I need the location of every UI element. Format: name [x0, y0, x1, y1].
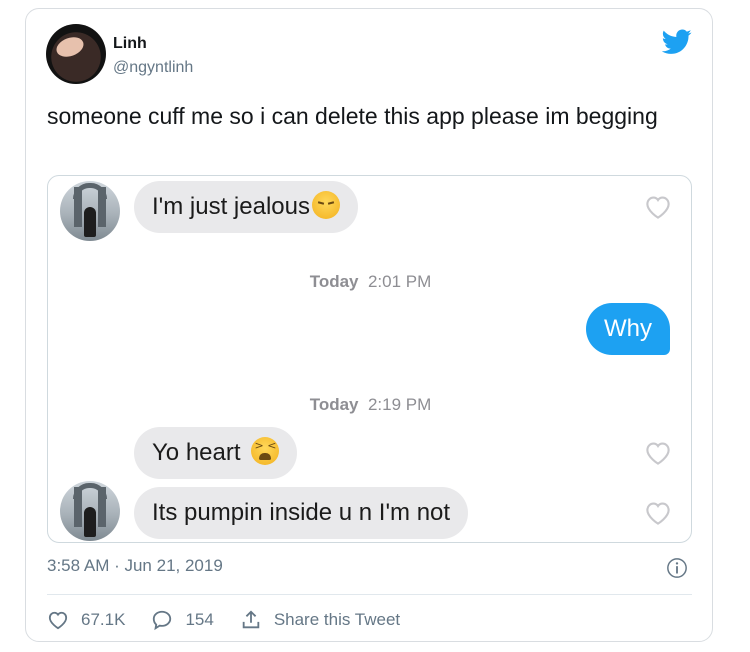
tweet-text: someone cuff me so i can delete this app… [47, 103, 658, 129]
heart-outline-icon[interactable] [643, 500, 673, 526]
timestamp-day: Today [309, 272, 359, 291]
chat-avatar [60, 181, 120, 241]
chat-timestamp: Today 2:19 PM [48, 395, 691, 415]
share-button[interactable]: Share this Tweet [240, 609, 400, 631]
heart-outline-icon[interactable] [643, 194, 673, 220]
heart-outline-icon[interactable] [643, 440, 673, 466]
tweet-card: Linh @ngyntlinh someone cuff me so i can… [25, 8, 713, 642]
share-label: Share this Tweet [273, 610, 401, 629]
reply-bubble-icon [153, 610, 172, 631]
author-handle[interactable]: @ngyntlinh [113, 59, 193, 77]
chat-timestamp: Today 2:01 PM [48, 272, 691, 292]
heart-icon [48, 611, 68, 630]
embedded-chat-screenshot[interactable]: I'm just jealous Today 2:01 PM Why Today… [47, 175, 692, 543]
reply-button[interactable]: 154 [151, 609, 214, 631]
tweet-timestamp[interactable]: 3:58 AM · Jun 21, 2019 [47, 556, 223, 576]
message-bubble: Its pumpin inside u n I'm not [134, 487, 469, 539]
message-bubble: I'm just jealous [134, 181, 358, 233]
share-upload-icon [242, 610, 260, 629]
message-bubble-sent: Why [586, 303, 670, 355]
tweet-actions: 67.1K 154 Share this Tweet [47, 605, 426, 635]
message-text: Its pumpin inside u n I'm not [152, 499, 451, 526]
author-avatar[interactable] [46, 24, 106, 84]
divider [47, 594, 692, 595]
info-icon[interactable] [666, 557, 688, 579]
chat-avatar [60, 481, 120, 541]
like-button[interactable]: 67.1K [47, 610, 125, 630]
timestamp-time: 2:01 PM [367, 272, 432, 291]
twitter-bird-icon[interactable] [662, 29, 692, 55]
message-text: Yo heart [152, 439, 241, 466]
message-text: Why [604, 315, 652, 342]
reply-count: 154 [185, 610, 214, 629]
pensive-face-emoji [311, 191, 340, 219]
message-bubble: Yo heart [134, 427, 297, 479]
message-text: I'm just jealous [152, 193, 310, 220]
timestamp-day: Today [309, 395, 359, 414]
like-count: 67.1K [81, 610, 126, 629]
author-name[interactable]: Linh [113, 35, 147, 53]
weary-face-emoji [250, 437, 279, 465]
timestamp-time: 2:19 PM [367, 395, 432, 414]
